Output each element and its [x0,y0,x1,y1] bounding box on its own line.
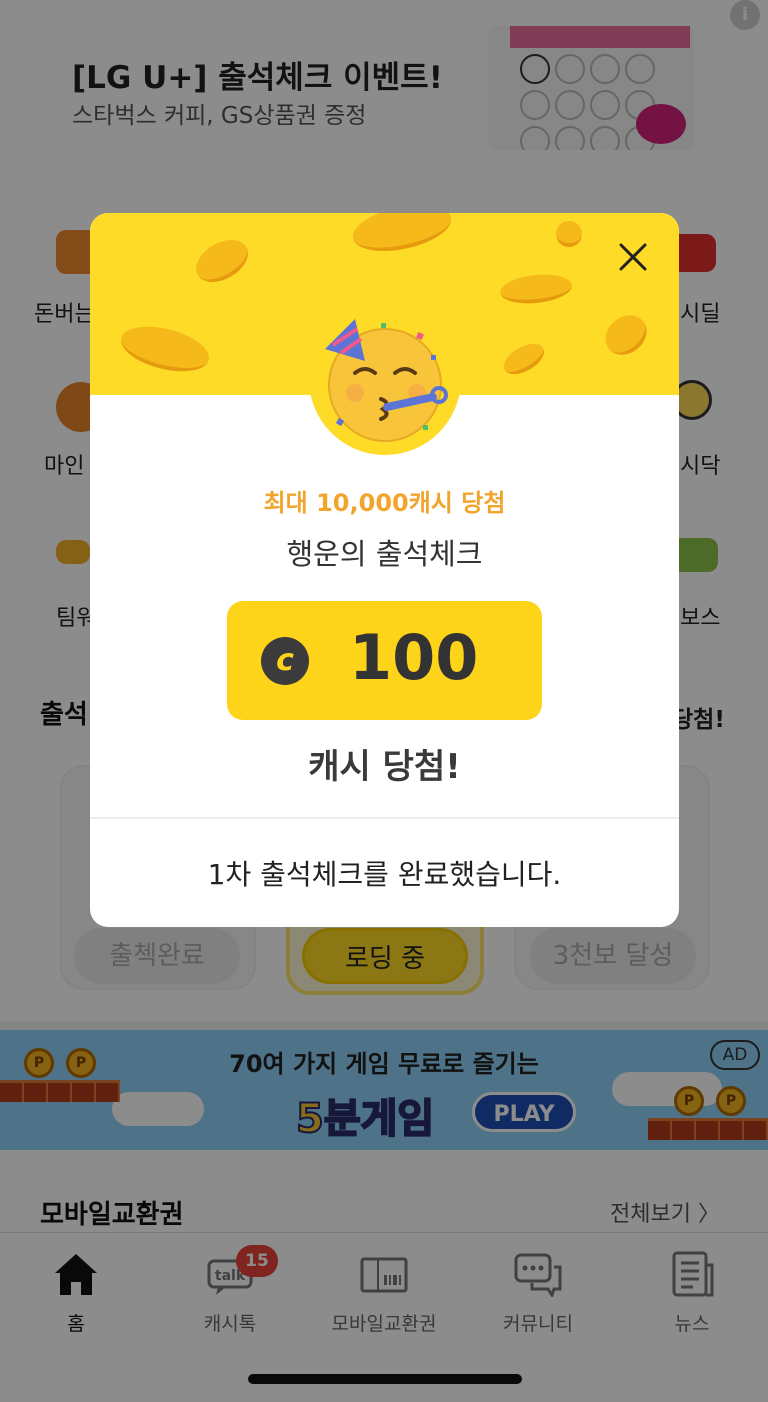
coin-icon [348,213,456,259]
party-face-icon [325,319,448,442]
coin-icon [498,337,550,381]
divider [90,817,679,819]
coin-icon [498,271,574,307]
party-emoji-badge [309,303,461,455]
cash-reward-box: c 100 [227,601,542,720]
close-icon[interactable] [615,239,651,275]
attendance-result-modal: 최대 10,000캐시 당첨 행운의 출석체크 c 100 캐시 당첨! 1차 … [90,213,679,927]
completion-message: 1차 출석체크를 완료했습니다. [207,858,562,891]
win-text: 캐시 당첨! [308,747,461,787]
coin-icon [188,231,256,291]
cash-coin-icon: c [261,637,309,685]
coin-icon [597,307,655,363]
max-reward-text: 최대 10,000캐시 당첨 [263,489,506,517]
coin-icon [116,318,214,380]
event-title: 행운의 출석체크 [286,537,483,571]
coin-icon [556,221,582,247]
cash-amount: 100 [349,621,479,694]
